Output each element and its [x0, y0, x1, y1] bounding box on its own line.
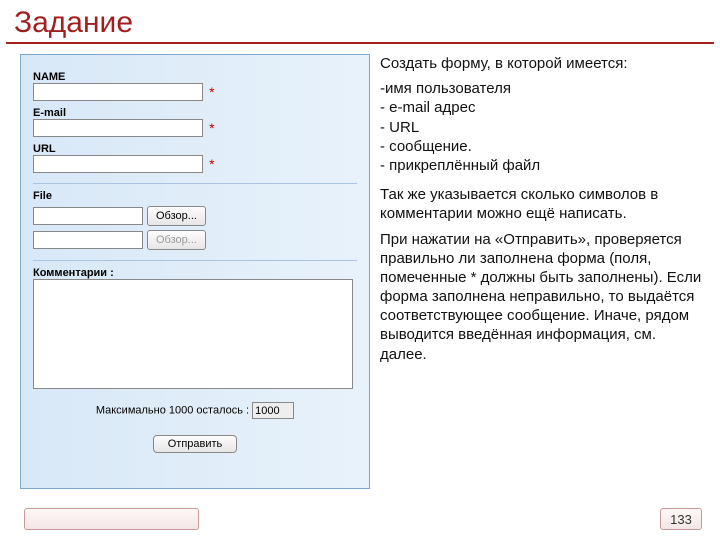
url-label: URL: [33, 143, 357, 155]
page-number: 133: [660, 508, 702, 530]
name-input[interactable]: [33, 83, 203, 101]
email-label: E-mail: [33, 107, 357, 119]
browse-button-1[interactable]: Обзор...: [147, 206, 206, 226]
counter-value: [252, 402, 294, 419]
browse-button-2[interactable]: Обзор...: [147, 230, 206, 250]
url-input[interactable]: [33, 155, 203, 173]
desc-intro: Создать форму, в которой имеется:: [380, 54, 706, 73]
desc-item: - прикреплённый файл: [380, 156, 706, 175]
page-title: Задание: [6, 0, 714, 44]
submit-button[interactable]: Отправить: [153, 435, 238, 453]
divider: [33, 260, 357, 261]
email-input[interactable]: [33, 119, 203, 137]
file-label: File: [33, 190, 357, 202]
file-input-1[interactable]: [33, 207, 143, 225]
desc-item: - сообщение.: [380, 137, 706, 156]
desc-p2: Так же указывается сколько символов в ко…: [380, 185, 706, 223]
counter-label: Максимально 1000 осталось :: [96, 404, 249, 416]
comment-label: Комментарии :: [33, 267, 357, 279]
divider: [33, 183, 357, 184]
desc-p3: При нажатии на «Отправить», проверяется …: [380, 230, 706, 364]
footer-bar: [24, 508, 199, 530]
email-required: *: [209, 120, 214, 136]
comment-textarea[interactable]: [33, 279, 353, 389]
name-label: NAME: [33, 71, 357, 83]
task-description: Создать форму, в которой имеется: -имя п…: [380, 54, 706, 489]
desc-item: - e-mail адрес: [380, 98, 706, 117]
form-panel: NAME * E-mail * URL * File Обзор... Обзо…: [20, 54, 370, 489]
file-input-2[interactable]: [33, 231, 143, 249]
desc-item: -имя пользователя: [380, 79, 706, 98]
url-required: *: [209, 156, 214, 172]
name-required: *: [209, 84, 214, 100]
desc-item: - URL: [380, 118, 706, 137]
